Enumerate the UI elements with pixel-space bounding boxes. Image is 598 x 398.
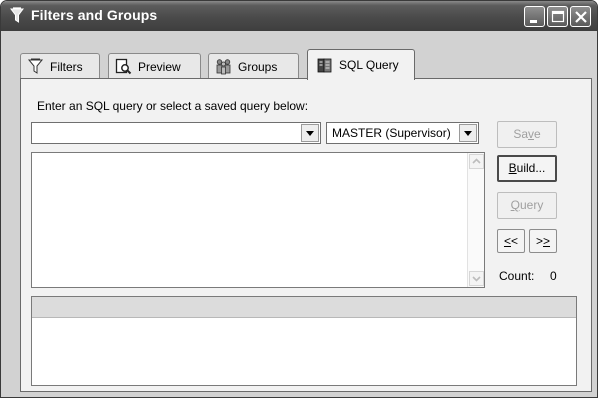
next-button-label-pre: > — [535, 234, 543, 248]
tab-filters[interactable]: Filters — [20, 53, 100, 79]
filters-and-groups-window: Filters and Groups Filters Preview Group… — [0, 0, 598, 398]
chevron-down-icon — [306, 131, 314, 136]
count-label: Count: — [499, 269, 535, 283]
build-button-accelerator: B — [508, 161, 517, 175]
database-dropdown[interactable]: MASTER (Supervisor) — [326, 122, 479, 144]
previous-button-label-post: < — [511, 234, 519, 248]
chevron-down-icon — [464, 131, 472, 136]
next-query-button[interactable]: >> — [529, 229, 557, 253]
tab-sql-query[interactable]: SQL Query — [307, 49, 415, 80]
window-title: Filters and Groups — [31, 7, 158, 23]
tab-groups-label: Groups — [238, 59, 278, 74]
minimize-icon — [530, 20, 537, 23]
tab-preview[interactable]: Preview — [108, 53, 201, 79]
close-button[interactable] — [570, 6, 591, 27]
preview-icon — [115, 58, 132, 75]
sql-query-panel: Enter an SQL query or select a saved que… — [20, 78, 592, 392]
database-dropdown-button[interactable] — [459, 124, 477, 142]
query-button[interactable]: Query — [497, 192, 557, 219]
save-button-label-post: e — [534, 127, 541, 141]
build-button[interactable]: Build... — [497, 155, 557, 182]
title-bar[interactable]: Filters and Groups — [1, 1, 597, 31]
tab-strip: Filters Preview Groups SQL Query — [1, 49, 597, 80]
editor-scrollbar[interactable] — [467, 153, 484, 287]
scroll-down-icon[interactable] — [469, 271, 484, 286]
tab-groups[interactable]: Groups — [208, 53, 299, 79]
results-header — [32, 297, 576, 318]
build-button-label-post: uild... — [516, 161, 546, 175]
count-value: 0 — [550, 269, 557, 283]
sql-query-editor[interactable] — [31, 152, 485, 288]
tab-filters-label: Filters — [50, 59, 83, 74]
tab-preview-label: Preview — [138, 59, 181, 74]
sql-prompt-label: Enter an SQL query or select a saved que… — [37, 99, 309, 113]
database-value: MASTER (Supervisor) — [332, 126, 451, 140]
maximize-icon — [551, 10, 565, 23]
results-grid[interactable] — [31, 296, 577, 386]
saved-query-dropdown-button[interactable] — [301, 124, 319, 142]
close-icon — [575, 11, 587, 23]
groups-icon — [216, 59, 231, 75]
saved-query-dropdown[interactable] — [31, 122, 321, 144]
previous-query-button[interactable]: << — [497, 229, 525, 253]
query-button-accelerator: Q — [510, 198, 520, 212]
query-button-label-post: uery — [520, 198, 544, 212]
tab-sql-query-label: SQL Query — [339, 58, 399, 72]
next-button-accelerator: > — [543, 234, 551, 248]
funnel-icon — [10, 7, 24, 23]
previous-button-accelerator: < — [503, 234, 511, 248]
maximize-button[interactable] — [547, 6, 568, 27]
save-button[interactable]: Save — [497, 121, 557, 148]
scroll-up-icon[interactable] — [469, 154, 484, 169]
save-button-label-pre: Sa — [513, 127, 528, 141]
minimize-button[interactable] — [524, 6, 545, 27]
sql-book-icon — [317, 58, 332, 72]
funnel-icon — [27, 58, 44, 74]
